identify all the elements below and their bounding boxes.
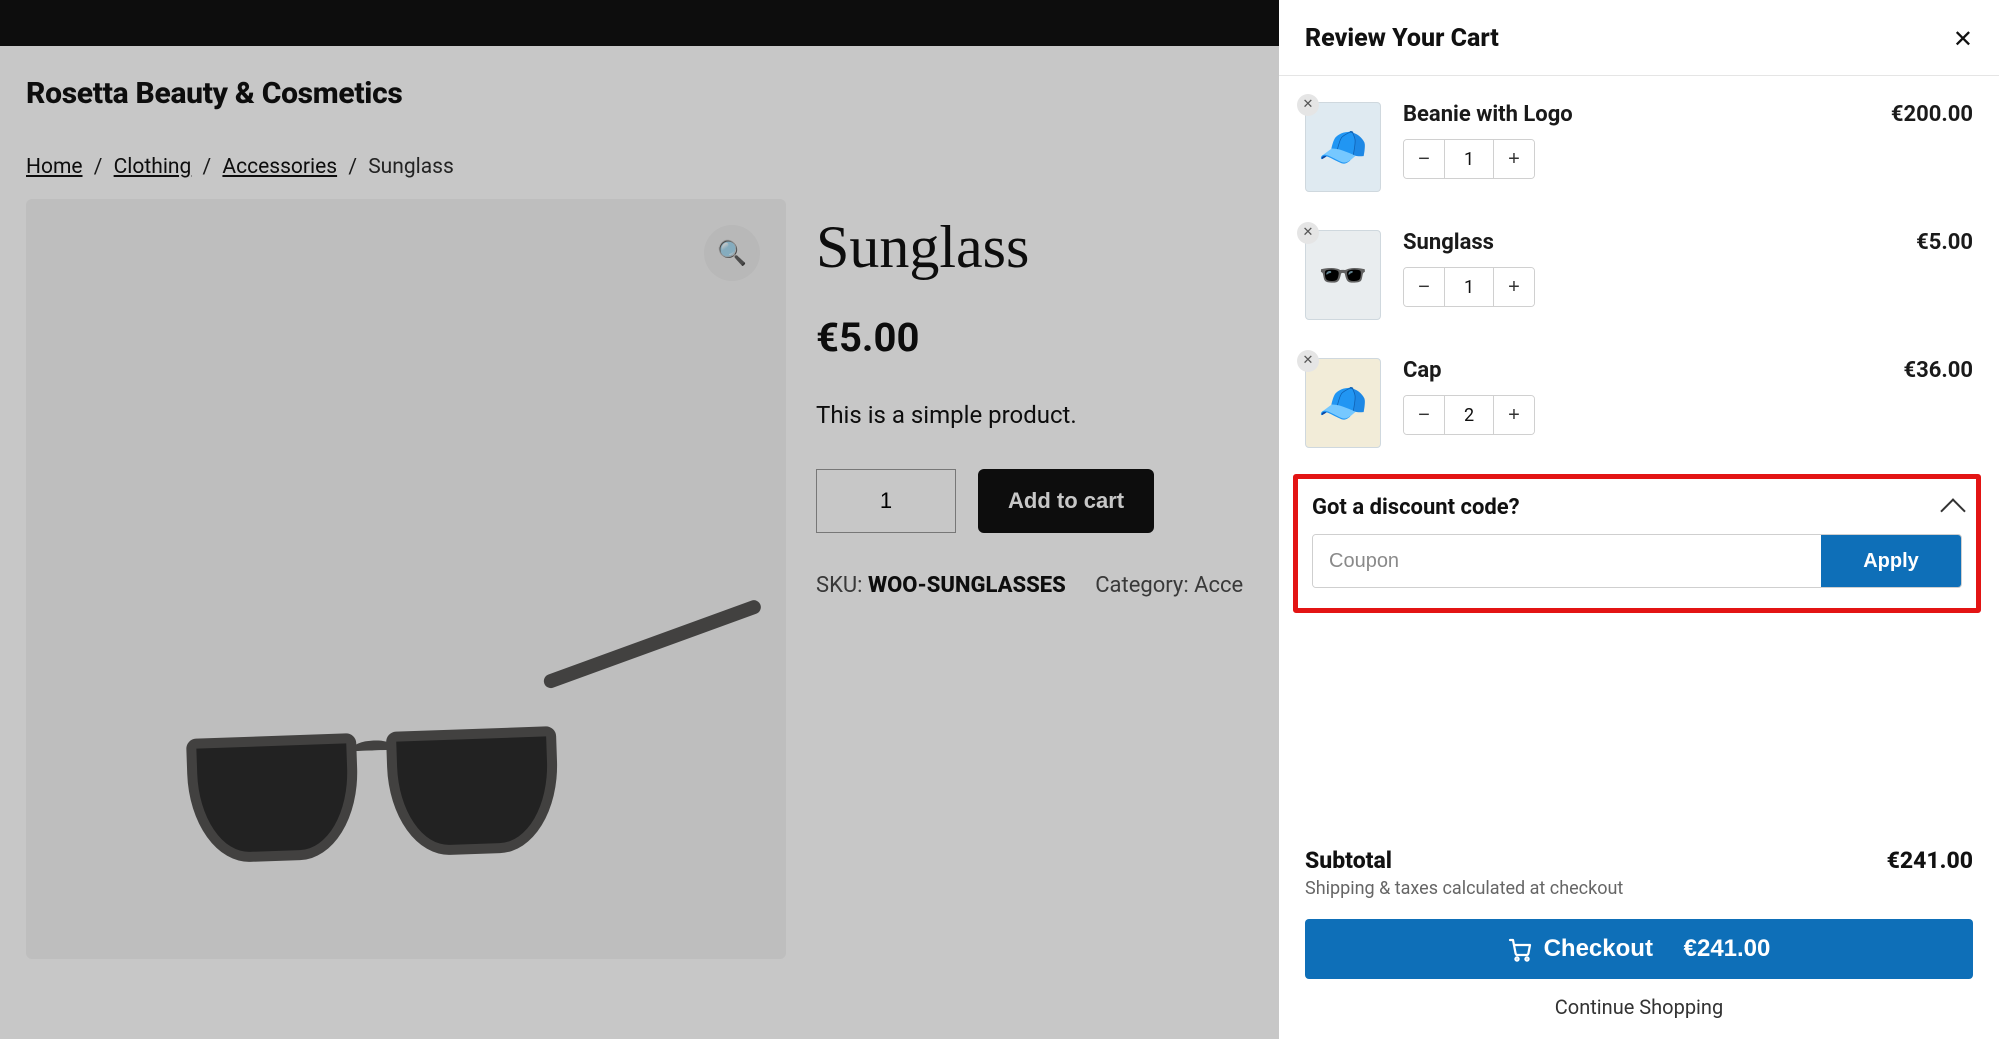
checkout-total: €241.00	[1684, 935, 1771, 963]
cart-item-name[interactable]: Sunglass	[1403, 230, 1894, 255]
product-image: 🔍	[26, 199, 786, 959]
cart-item-price: €200.00	[1891, 102, 1973, 127]
breadcrumb-current: Sunglass	[368, 155, 454, 179]
subtotal-value: €241.00	[1887, 847, 1973, 874]
cart-item-name[interactable]: Beanie with Logo	[1403, 102, 1869, 127]
discount-title: Got a discount code?	[1312, 495, 1520, 520]
qty-value: 1	[1444, 268, 1494, 306]
sku-label: SKU:	[816, 573, 862, 598]
quantity-input[interactable]	[816, 469, 956, 533]
breadcrumb-accessories[interactable]: Accessories	[222, 155, 337, 179]
qty-decrease-button[interactable]: −	[1404, 268, 1444, 306]
checkout-label: Checkout	[1544, 935, 1653, 963]
chevron-up-icon	[1940, 498, 1965, 523]
cart-item: ✕ 🧢 Cap − 2 + €36.00	[1305, 346, 1973, 474]
remove-item-button[interactable]: ✕	[1297, 222, 1319, 244]
checkout-button[interactable]: Checkout €241.00	[1305, 919, 1973, 979]
coupon-input[interactable]	[1313, 535, 1821, 587]
cart-item-name[interactable]: Cap	[1403, 358, 1882, 383]
zoom-icon[interactable]: 🔍	[704, 225, 760, 281]
cart-item-thumb[interactable]: 🧢	[1305, 102, 1381, 192]
breadcrumb-clothing[interactable]: Clothing	[114, 155, 192, 179]
quantity-stepper: − 1 +	[1403, 267, 1535, 307]
cart-item: ✕ 🕶️ Sunglass − 1 + €5.00	[1305, 218, 1973, 346]
close-icon[interactable]: ✕	[1953, 27, 1973, 51]
qty-value: 2	[1444, 396, 1494, 434]
cart-item-thumb[interactable]: 🧢	[1305, 358, 1381, 448]
add-to-cart-button[interactable]: Add to cart	[978, 469, 1154, 533]
subtotal-label: Subtotal	[1305, 847, 1392, 874]
quantity-stepper: − 1 +	[1403, 139, 1535, 179]
continue-shopping-link[interactable]: Continue Shopping	[1305, 995, 1973, 1019]
cart-item-thumb[interactable]: 🕶️	[1305, 230, 1381, 320]
category-label: Category:	[1095, 573, 1188, 598]
sku-value: WOO-SUNGLASSES	[868, 573, 1066, 598]
remove-item-button[interactable]: ✕	[1297, 350, 1319, 372]
qty-increase-button[interactable]: +	[1494, 140, 1534, 178]
apply-coupon-button[interactable]: Apply	[1821, 535, 1961, 587]
site-brand[interactable]: Rosetta Beauty & Cosmetics	[26, 76, 403, 111]
qty-decrease-button[interactable]: −	[1404, 140, 1444, 178]
cart-item-price: €5.00	[1916, 230, 1973, 255]
quantity-stepper: − 2 +	[1403, 395, 1535, 435]
remove-item-button[interactable]: ✕	[1297, 94, 1319, 116]
cart-title: Review Your Cart	[1305, 24, 1499, 53]
qty-increase-button[interactable]: +	[1494, 396, 1534, 434]
cart-item-price: €36.00	[1904, 358, 1974, 383]
cart-icon	[1508, 938, 1532, 960]
cart-item: ✕ 🧢 Beanie with Logo − 1 + €200.00	[1305, 90, 1973, 218]
shipping-note: Shipping & taxes calculated at checkout	[1305, 878, 1973, 899]
category-value[interactable]: Acce	[1194, 573, 1243, 598]
discount-toggle[interactable]: Got a discount code?	[1312, 495, 1962, 520]
cart-drawer: Review Your Cart ✕ ✕ 🧢 Beanie with Logo …	[1279, 0, 1999, 1039]
discount-section: Got a discount code? Apply	[1293, 474, 1981, 613]
qty-decrease-button[interactable]: −	[1404, 396, 1444, 434]
qty-value: 1	[1444, 140, 1494, 178]
breadcrumb-home[interactable]: Home	[26, 155, 83, 179]
qty-increase-button[interactable]: +	[1494, 268, 1534, 306]
